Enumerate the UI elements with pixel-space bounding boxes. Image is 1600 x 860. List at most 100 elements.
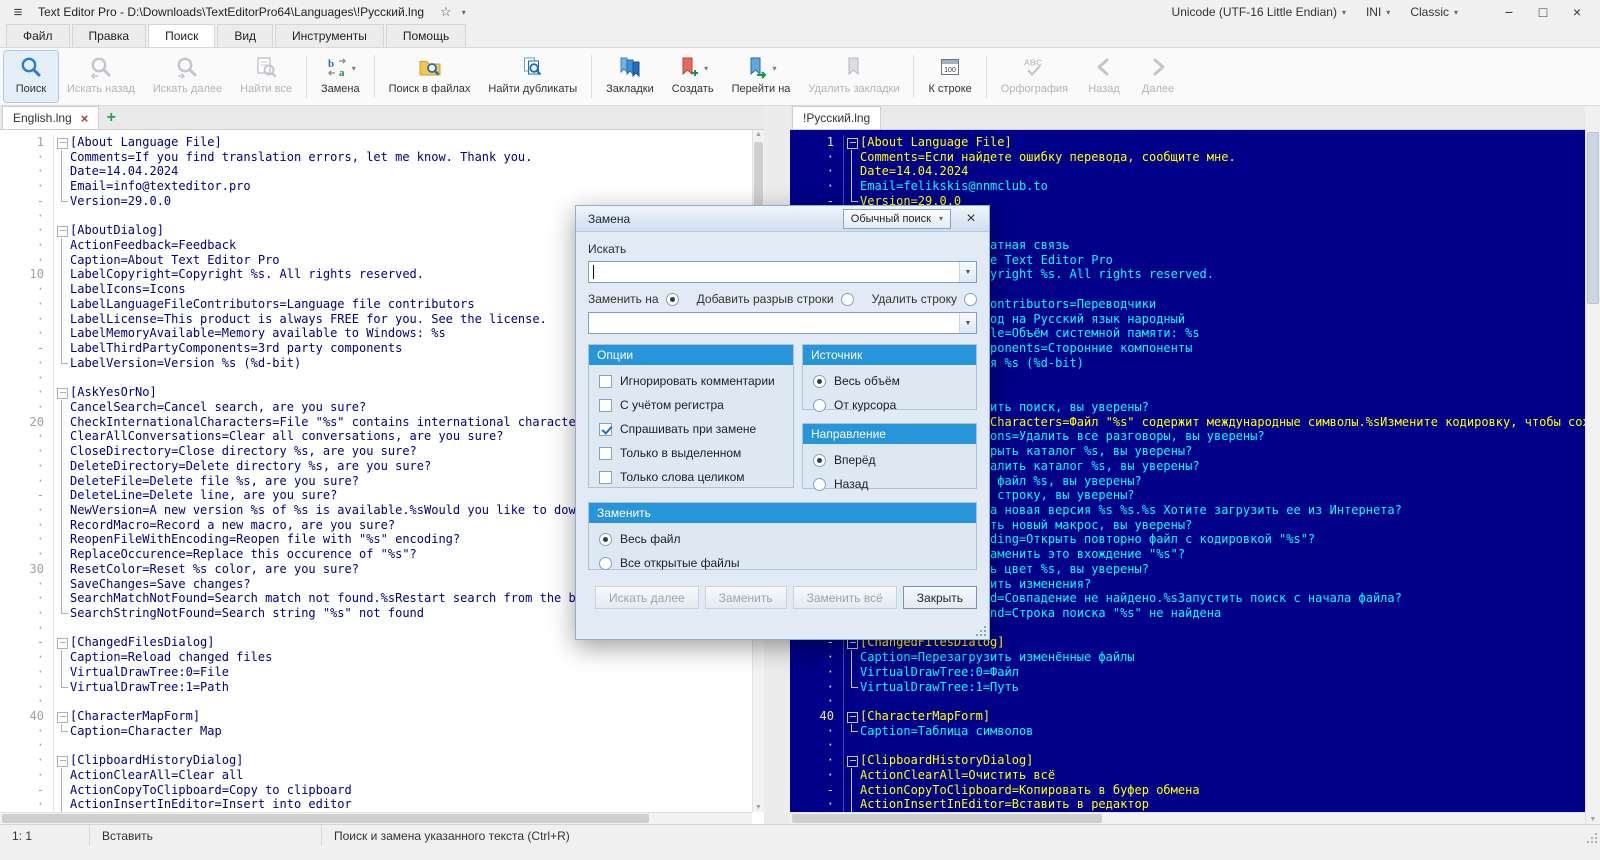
- fold-collapse-icon[interactable]: [54, 385, 70, 400]
- maximize-button[interactable]: □: [1526, 0, 1560, 24]
- dropdown-chevron-icon[interactable]: ▾: [704, 64, 708, 73]
- find-duplicates-button[interactable]: Найти дубликаты: [479, 51, 586, 102]
- direction-radio-row[interactable]: Назад: [813, 477, 966, 491]
- right-vertical-scrollbar[interactable]: ▲ ▼: [1585, 130, 1600, 824]
- favorites-star-icon[interactable]: ☆: [440, 4, 452, 20]
- fold-collapse-icon[interactable]: [54, 635, 70, 650]
- syntax-select[interactable]: INI ▾: [1366, 5, 1390, 19]
- fold-collapse-icon[interactable]: [844, 753, 860, 768]
- fold-collapse-icon[interactable]: [54, 135, 70, 150]
- search-input[interactable]: [589, 262, 959, 282]
- option-checkbox-row[interactable]: С учётом регистра: [599, 398, 783, 412]
- replace-button[interactable]: ba▾Замена: [312, 51, 369, 102]
- close-button[interactable]: Закрыть: [903, 586, 977, 609]
- menu-tab-tools[interactable]: Инструменты: [275, 24, 384, 47]
- search-button[interactable]: Поиск: [4, 51, 58, 102]
- option-checkbox-label: Только слова целиком: [620, 470, 745, 484]
- replace-option[interactable]: Заменить на: [588, 292, 679, 306]
- replace-all-button[interactable]: Заменить всё: [793, 586, 897, 609]
- window-resize-grip[interactable]: [1587, 833, 1597, 843]
- app-menu-icon[interactable]: ≡: [8, 4, 28, 21]
- option-checkbox-row[interactable]: Только слова целиком: [599, 470, 783, 484]
- fold-line: [54, 783, 70, 798]
- direction-radio-row[interactable]: Вперёд: [813, 453, 966, 467]
- favorites-chevron-icon[interactable]: ▾: [462, 8, 466, 17]
- dialog-close-icon[interactable]: ×: [959, 210, 983, 228]
- radio-button[interactable]: [964, 293, 977, 306]
- checkbox[interactable]: [599, 399, 612, 412]
- theme-select[interactable]: Classic ▾: [1410, 5, 1458, 19]
- radio-button[interactable]: [841, 293, 854, 306]
- close-button[interactable]: ×: [1560, 0, 1594, 24]
- tab-english-lng[interactable]: English.lng ×: [2, 106, 99, 129]
- replace-option[interactable]: Удалить строку: [872, 292, 977, 306]
- menu-tab-file[interactable]: Файл: [6, 24, 70, 47]
- scrollbar-thumb[interactable]: [1587, 132, 1599, 304]
- fold-collapse-icon[interactable]: [54, 753, 70, 768]
- source-radio-row[interactable]: От курсора: [813, 398, 966, 412]
- dropdown-chevron-icon[interactable]: ▾: [352, 64, 356, 73]
- radio-button[interactable]: [813, 399, 826, 412]
- radio-button[interactable]: [666, 293, 679, 306]
- new-tab-button[interactable]: +: [99, 106, 123, 129]
- tab-close-icon[interactable]: ×: [81, 111, 89, 126]
- toolbar-button-label: Найти все: [240, 83, 292, 95]
- line-number: ·: [0, 444, 54, 459]
- goto-line-button[interactable]: 100К строке: [919, 51, 980, 102]
- radio-button[interactable]: [813, 454, 826, 467]
- minimize-button[interactable]: −: [1492, 0, 1526, 24]
- fold-line: [54, 738, 70, 753]
- tab-russian-lng[interactable]: !Русский.lng: [792, 106, 881, 129]
- option-checkbox-row[interactable]: Только в выделенном: [599, 446, 783, 460]
- scrollbar-thumb[interactable]: [2, 814, 649, 823]
- line-number: ·: [0, 238, 54, 253]
- fold-collapse-icon[interactable]: [54, 223, 70, 238]
- source-group: Источник Весь объёмОт курсора: [802, 344, 977, 410]
- fold-collapse-icon[interactable]: [54, 709, 70, 724]
- checkbox[interactable]: [599, 423, 612, 436]
- right-horizontal-scrollbar[interactable]: [790, 812, 1585, 824]
- replace-combo[interactable]: ▼: [588, 312, 977, 334]
- line-text: Caption=Reload changed files: [70, 650, 752, 665]
- combo-dropdown-icon[interactable]: ▼: [959, 313, 976, 333]
- search-in-files-button[interactable]: Поиск в файлах: [380, 51, 480, 102]
- combo-dropdown-icon[interactable]: ▼: [959, 262, 976, 282]
- left-horizontal-scrollbar[interactable]: [0, 812, 752, 824]
- find-next-button[interactable]: Искать далее: [595, 586, 699, 609]
- menu-tab-view[interactable]: Вид: [217, 24, 273, 47]
- checkbox[interactable]: [599, 375, 612, 388]
- radio-button[interactable]: [813, 478, 826, 491]
- replace-option[interactable]: Добавить разрыв строки: [697, 292, 854, 306]
- fold-collapse-icon[interactable]: [844, 135, 860, 150]
- menu-tab-edit[interactable]: Правка: [72, 24, 147, 47]
- bookmark-goto-button[interactable]: ▾Перейти на: [723, 51, 800, 102]
- radio-button[interactable]: [599, 533, 612, 546]
- search-back-icon: [89, 55, 113, 82]
- scope-radio-row[interactable]: Все открытые файлы: [599, 556, 966, 570]
- scope-radio-row[interactable]: Весь файл: [599, 532, 966, 546]
- radio-button[interactable]: [813, 375, 826, 388]
- bookmark-add-icon: [677, 55, 701, 82]
- search-combo[interactable]: ▼: [588, 261, 977, 283]
- option-checkbox-row[interactable]: Игнорировать комментарии: [599, 374, 783, 388]
- menu-tab-search[interactable]: Поиск: [148, 24, 215, 47]
- fold-collapse-icon[interactable]: [844, 709, 860, 724]
- checkbox[interactable]: [599, 471, 612, 484]
- menu-tab-help[interactable]: Помощь: [386, 24, 466, 47]
- dialog-resize-grip[interactable]: [977, 627, 986, 636]
- replace-dialog-titlebar[interactable]: Замена Обычный поиск ▾ ×: [576, 206, 989, 232]
- bookmarks-button[interactable]: Закладки: [597, 51, 663, 102]
- replace-button[interactable]: Заменить: [705, 586, 787, 609]
- fold-line: [54, 415, 70, 430]
- option-checkbox-row[interactable]: Спрашивать при замене: [599, 422, 783, 436]
- encoding-select[interactable]: Unicode (UTF-16 Little Endian) ▾: [1172, 5, 1346, 19]
- search-mode-select[interactable]: Обычный поиск ▾: [843, 209, 951, 229]
- bookmark-add-button[interactable]: ▾Создать: [663, 51, 723, 102]
- radio-button[interactable]: [599, 557, 612, 570]
- editor-line: -ActionCopyToClipboard=Copy to clipboard: [0, 783, 752, 798]
- dropdown-chevron-icon[interactable]: ▾: [772, 64, 776, 73]
- replace-input[interactable]: [589, 313, 959, 333]
- scrollbar-thumb[interactable]: [792, 814, 1102, 823]
- source-radio-row[interactable]: Весь объём: [813, 374, 966, 388]
- checkbox[interactable]: [599, 447, 612, 460]
